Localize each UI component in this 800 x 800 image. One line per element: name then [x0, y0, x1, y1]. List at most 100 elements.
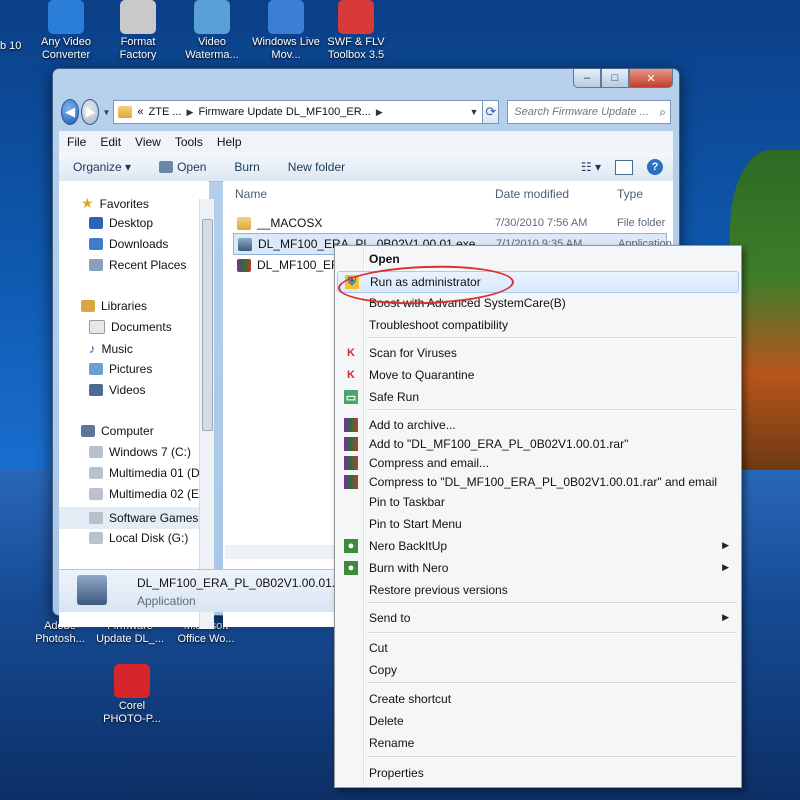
- search-box[interactable]: ⌕: [507, 100, 671, 124]
- minimize-button[interactable]: –: [573, 69, 601, 88]
- app-icon: [48, 0, 84, 34]
- desktop-icon-swf-flv-toolbox-3-5[interactable]: SWF & FLV Toolbox 3.5: [322, 0, 390, 62]
- column-date-modified[interactable]: Date modified: [495, 187, 569, 201]
- menu-item-boost-with-advanced-systemcare-b[interactable]: Boost with Advanced SystemCare(B): [337, 293, 739, 313]
- file-row-macosx[interactable]: __MACOSX 7/30/2010 7:56 AM File folder: [233, 213, 667, 233]
- menu-item-copy[interactable]: Copy: [337, 660, 739, 680]
- menu-item-label: Troubleshoot compatibility: [369, 318, 508, 332]
- menu-item-pin-to-taskbar[interactable]: Pin to Taskbar: [337, 492, 739, 512]
- nav-downloads[interactable]: Downloads: [89, 237, 168, 251]
- nav-drive-c[interactable]: Windows 7 (C:): [89, 445, 191, 459]
- nav-documents[interactable]: Documents: [89, 320, 172, 334]
- menu-item-label: Pin to Start Menu: [369, 517, 462, 531]
- address-segment-firmware[interactable]: Firmware Update DL_MF100_ER...: [198, 106, 370, 118]
- menu-item-open[interactable]: Open: [337, 249, 739, 269]
- preview-pane-icon[interactable]: [615, 159, 633, 175]
- recent-pages-dropdown[interactable]: ▼: [102, 108, 110, 117]
- nav-favorites[interactable]: ★ Favorites: [81, 195, 149, 212]
- menu-item-rename[interactable]: Rename: [337, 733, 739, 753]
- menu-item-cut[interactable]: Cut: [337, 638, 739, 658]
- new-folder-label: New folder: [287, 160, 346, 174]
- maximize-button[interactable]: □: [601, 69, 629, 88]
- address-prefix[interactable]: «: [137, 106, 143, 118]
- chevron-down-icon[interactable]: ▼: [469, 107, 478, 117]
- nav-pane-scrollbar[interactable]: [199, 199, 214, 629]
- menu-item-safe-run[interactable]: ▭ Safe Run: [337, 387, 739, 407]
- menu-file[interactable]: File: [67, 135, 86, 149]
- menu-item-label: Safe Run: [369, 390, 420, 404]
- menu-item-properties[interactable]: Properties: [337, 763, 739, 783]
- nav-drive-software-games[interactable]: Software Games: [59, 507, 209, 529]
- menu-item-scan-for-viruses[interactable]: K Scan for Viruses: [337, 343, 739, 363]
- menu-item-compress-and-email[interactable]: Compress and email...: [337, 453, 739, 473]
- chevron-right-icon[interactable]: ▶: [376, 107, 383, 118]
- menu-item-burn-with-nero[interactable]: ● Burn with Nero ▶: [337, 558, 739, 578]
- help-icon[interactable]: ?: [647, 159, 663, 175]
- nav-label: Music: [101, 341, 133, 356]
- nav-pictures[interactable]: Pictures: [89, 362, 152, 376]
- menu-view[interactable]: View: [135, 135, 161, 149]
- desktop-icon-corel-photo-p[interactable]: Corel PHOTO-P...: [98, 664, 166, 726]
- back-button[interactable]: ◀: [61, 99, 80, 125]
- desktop-icon-format-factory[interactable]: Format Factory: [104, 0, 172, 62]
- menu-tools[interactable]: Tools: [175, 135, 203, 149]
- nav-drive-d[interactable]: Multimedia 01 (D: [89, 466, 200, 480]
- application-icon: [238, 237, 252, 251]
- menu-item-label: Properties: [369, 766, 424, 780]
- folder-icon: [237, 216, 251, 230]
- nav-drive-e[interactable]: Multimedia 02 (E: [89, 487, 199, 501]
- app-icon: [194, 0, 230, 34]
- drive-icon: [89, 488, 103, 500]
- desktop-icon-any-video-converter[interactable]: Any Video Converter: [32, 0, 100, 62]
- menu-edit[interactable]: Edit: [100, 135, 121, 149]
- menu-item-move-to-quarantine[interactable]: K Move to Quarantine: [337, 365, 739, 385]
- menu-item-add-to-archive[interactable]: Add to archive...: [337, 415, 739, 435]
- burn-button[interactable]: Burn: [234, 160, 259, 174]
- submenu-arrow-icon: ▶: [722, 612, 729, 622]
- menu-separator: [367, 682, 737, 684]
- nav-music[interactable]: ♪ Music: [89, 341, 133, 356]
- refresh-button[interactable]: ⟳: [483, 100, 500, 124]
- menu-item-restore-previous-versions[interactable]: Restore previous versions: [337, 580, 739, 600]
- menu-item-delete[interactable]: Delete: [337, 711, 739, 731]
- menu-item-compress-to-dl-mf100-era-pl-0b02v1-00-01[interactable]: Compress to "DL_MF100_ERA_PL_0B02V1.00.0…: [337, 472, 739, 492]
- window-caption-buttons: – □ ✕: [573, 69, 673, 88]
- menu-item-add-to-dl-mf100-era-pl-0b02v1-00-01-rar[interactable]: Add to "DL_MF100_ERA_PL_0B02V1.00.01.rar…: [337, 434, 739, 454]
- organize-button[interactable]: Organize ▾: [73, 160, 131, 174]
- nav-recent-places[interactable]: Recent Places: [89, 258, 186, 272]
- nav-label: Desktop: [109, 216, 154, 230]
- menu-item-pin-to-start-menu[interactable]: Pin to Start Menu: [337, 514, 739, 534]
- forward-button[interactable]: ▶: [81, 99, 100, 125]
- desktop-icon-video-waterma[interactable]: Video Waterma...: [178, 0, 246, 62]
- close-button[interactable]: ✕: [629, 69, 673, 88]
- menu-item-nero-backitup[interactable]: ● Nero BackItUp ▶: [337, 536, 739, 556]
- scrollbar-thumb[interactable]: [202, 219, 213, 431]
- nav-label: Computer: [101, 424, 154, 438]
- open-button[interactable]: Open: [159, 160, 206, 174]
- menu-item-create-shortcut[interactable]: Create shortcut: [337, 689, 739, 709]
- column-name[interactable]: Name: [235, 187, 267, 201]
- menu-item-label: Copy: [369, 663, 398, 677]
- nav-libraries[interactable]: Libraries: [81, 299, 147, 313]
- desktop-icon-label: Video Waterma...: [185, 36, 239, 61]
- menu-help[interactable]: Help: [217, 135, 242, 149]
- star-icon: ★: [81, 195, 94, 211]
- nav-drive-g[interactable]: Local Disk (G:): [89, 531, 188, 545]
- new-folder-button[interactable]: New folder: [288, 160, 345, 174]
- desktop-icon-windows-live-mov[interactable]: Windows Live Mov...: [252, 0, 320, 62]
- nav-videos[interactable]: Videos: [89, 383, 145, 397]
- application-icon: [77, 575, 107, 605]
- address-segment-zte[interactable]: ZTE ...: [149, 106, 182, 118]
- search-icon[interactable]: ⌕: [659, 105, 666, 120]
- menu-item-troubleshoot-compatibility[interactable]: Troubleshoot compatibility: [337, 315, 739, 335]
- menu-item-send-to[interactable]: Send to ▶: [337, 608, 739, 628]
- address-bar[interactable]: « ZTE ... ▶ Firmware Update DL_MF100_ER.…: [113, 100, 484, 124]
- search-input[interactable]: [512, 105, 660, 119]
- view-options-icon[interactable]: ☷ ▾: [581, 160, 601, 174]
- desktop-icon-label: Corel PHOTO-P...: [103, 700, 161, 725]
- column-type[interactable]: Type: [617, 187, 643, 201]
- nav-computer[interactable]: Computer: [81, 424, 154, 438]
- nav-desktop[interactable]: Desktop: [89, 216, 153, 230]
- menu-item-run-as-administrator[interactable]: ⛨ Run as administrator: [337, 271, 739, 293]
- chevron-right-icon[interactable]: ▶: [187, 107, 194, 118]
